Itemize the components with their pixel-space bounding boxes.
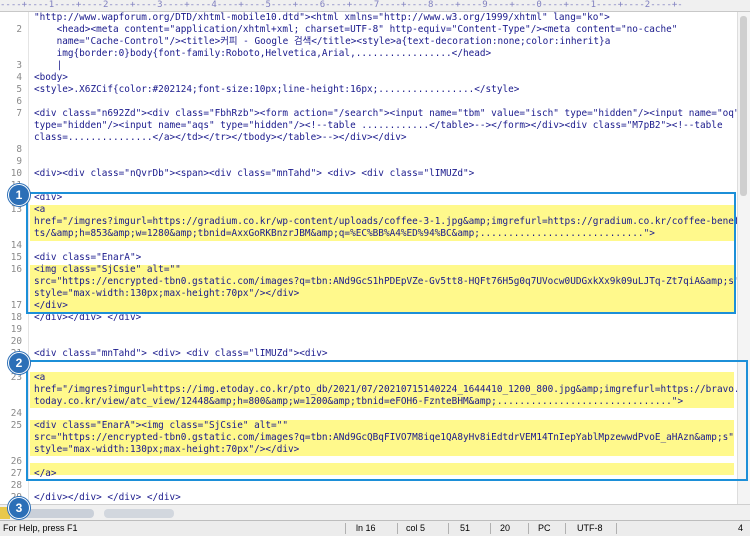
code-text[interactable]: <div class="mnTahd"> <div> <div class="l… [34,348,738,360]
code-line[interactable]: 4 <body> [0,72,738,84]
code-text[interactable]: class=...............</a></td></tr></tbo… [34,132,738,144]
line-number: 20 [10,336,22,347]
code-text[interactable]: <head><meta content="application/xhtml+x… [34,24,738,36]
line-number: 14 [10,240,22,251]
code-line[interactable]: 20 [0,336,738,348]
code-line[interactable]: 10 <div><div class="nQvrDb"><span><div cl… [0,168,738,180]
code-line[interactable]: class=...............</a></td></tr></tbo… [0,132,738,144]
code-text[interactable]: <div><div class="nQvrDb"><span><div clas… [34,168,738,180]
code-line[interactable]: 8 [0,144,738,156]
line-number: 4 [16,72,22,83]
code-line[interactable]: 5 <style>.X6ZCif{color:#202124;font-size:… [0,84,738,96]
line-number: 18 [10,312,22,323]
line-number: 3 [16,60,22,71]
line-number: 10 [10,168,22,179]
line-number: 5 [16,84,22,95]
column-ruler: ----+----1----+----2----+----3----+----4… [0,0,750,12]
line-number: 7 [16,108,22,119]
line-number: 17 [10,300,22,311]
line-number: 19 [10,324,22,335]
code-line[interactable]: 21<div class="mnTahd"> <div> <div class=… [0,348,738,360]
line-number: 8 [16,144,22,155]
line-number: 24 [10,408,22,419]
callout-box-2 [26,360,748,481]
code-line[interactable]: 29</div></div> </div> </div> [0,492,738,504]
callout-badge-2: 2 [8,352,30,374]
status-line: ln 16 [356,523,376,533]
line-number: 2 [16,24,22,35]
line-number: 16 [10,264,22,275]
line-number: 6 [16,96,22,107]
status-eol: PC [538,523,551,533]
status-value-2: 20 [500,523,511,533]
code-text[interactable]: type="hidden"/><input name="aqs" type="h… [34,120,738,132]
code-text[interactable]: | [34,60,738,72]
code-text[interactable]: </div></div> </div> </div> [34,492,738,504]
callout-box-1 [26,192,736,314]
code-line[interactable]: name="Cache-Control"/><title>커피 - Google… [0,36,738,48]
code-line[interactable]: type="hidden"/><input name="aqs" type="h… [0,120,738,132]
status-bar: For Help, press F1 ln 16 col 5 51 20 PC … [0,520,750,536]
status-encoding: UTF-8 [577,523,603,533]
code-editor[interactable]: ----+----1----+----2----+----3----+----4… [0,0,750,504]
code-text[interactable]: name="Cache-Control"/><title>커피 - Google… [34,36,738,48]
code-line[interactable]: 7 <div class="n692Zd"><div class="FbhRzb"… [0,108,738,120]
callout-badge-1: 1 [8,184,30,206]
line-number: 26 [10,456,22,467]
status-help-text: For Help, press F1 [3,523,78,533]
code-line[interactable]: 6 [0,96,738,108]
code-text[interactable]: img{border:0}body{font-family:Roboto,Hel… [34,48,738,60]
line-number: 28 [10,480,22,491]
status-value-1: 51 [460,523,471,533]
code-text[interactable]: <style>.X6ZCif{color:#202124;font-size:1… [34,84,738,96]
scrollbar-thumb[interactable] [740,16,747,196]
code-line[interactable]: 2 <head><meta content="application/xhtml… [0,24,738,36]
file-tab-blurred-2[interactable] [104,509,174,518]
line-number: 15 [10,252,22,263]
code-text[interactable]: "http://www.wapforum.org/DTD/xhtml-mobil… [34,12,738,24]
code-line[interactable]: 11 [0,180,738,192]
code-line[interactable]: img{border:0}body{font-family:Roboto,Hel… [0,48,738,60]
line-number: 9 [16,156,22,167]
callout-badge-3: 3 [8,497,30,519]
line-number: 25 [10,420,22,431]
code-line[interactable]: 19 [0,324,738,336]
status-column: col 5 [406,523,426,533]
code-text[interactable]: <div class="n692Zd"><div class="FbhRzb">… [34,108,738,120]
code-line[interactable]: 28 [0,480,738,492]
code-line[interactable]: 9 [0,156,738,168]
code-line[interactable]: "http://www.wapforum.org/DTD/xhtml-mobil… [0,12,738,24]
code-text[interactable]: <body> [34,72,738,84]
tab-bar[interactable]: 3 [0,497,750,521]
line-number: 27 [10,468,22,479]
code-line[interactable]: 3 | [0,60,738,72]
status-right: 4 [738,523,744,533]
